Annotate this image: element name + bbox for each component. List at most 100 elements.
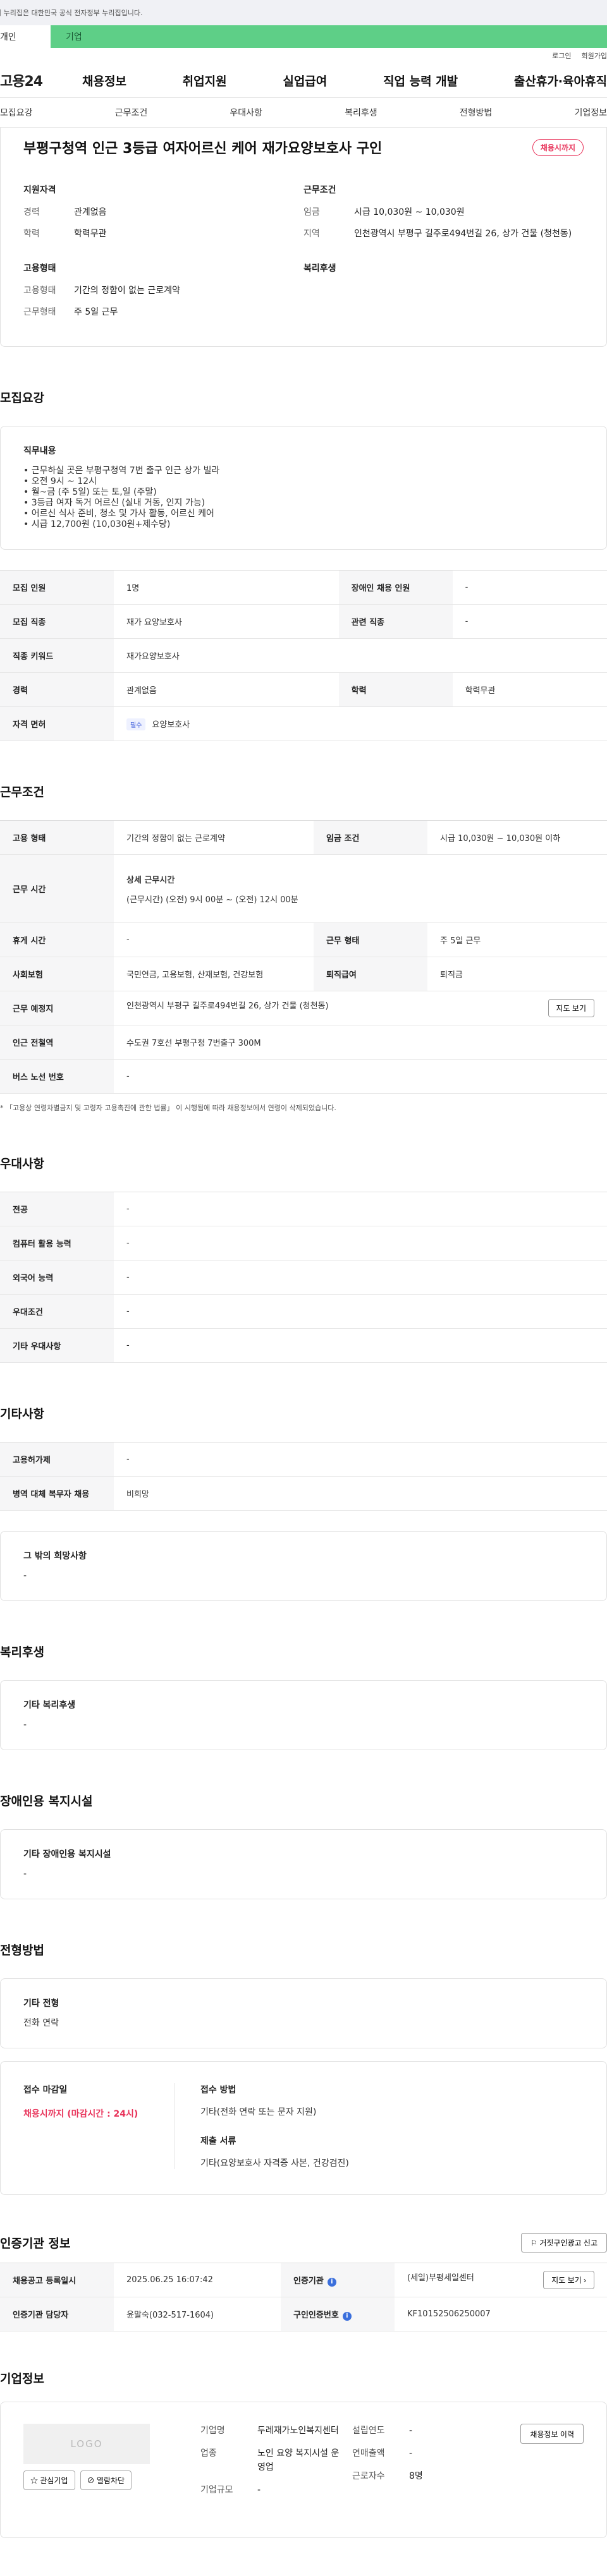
- duty-box: 직무내용 • 근무하실 곳은 부평구청역 7번 출구 인근 상가 빌라 • 오전…: [0, 426, 607, 550]
- cell-label: 관련 직종: [338, 604, 453, 639]
- detail-time-heading: 상세 근무시간: [126, 875, 175, 885]
- work-table: 고용 형태 기간의 정함이 없는 근로계약 임금 조건 시급 10,030원 ~ 1…: [0, 820, 607, 1094]
- cell-value: -: [114, 1328, 607, 1363]
- cert-no-label: 구인인증번호: [293, 2310, 339, 2320]
- cell-value: 주 5일 근무: [427, 922, 607, 957]
- gnb-item-vocational-training[interactable]: 직업 능력 개발: [383, 72, 458, 89]
- company-employees: 8명: [409, 2471, 423, 2481]
- disabled-box: 기타 장애인용 복지시설 -: [0, 1829, 607, 1899]
- job-summary-card: 부평구청역 인근 3등급 여자어르신 케어 재가요양보호사 구인 채용시까지 지…: [0, 128, 607, 347]
- table-row: 휴게 시간 - 근무 형태 주 5일 근무: [0, 922, 607, 957]
- section-title-disabled: 장애인용 복지시설: [0, 1794, 93, 1808]
- table-row: 채용공고 등록일시 2025.06.25 16:07:42 인증기관 i (세일)부…: [0, 2263, 607, 2297]
- cond-heading: 근무조건: [304, 185, 336, 195]
- qual-label: 경력: [23, 207, 40, 217]
- table-row: 기타 우대사항 -: [0, 1328, 607, 1363]
- cell-label: 자격 면허: [0, 706, 114, 741]
- tab-company[interactable]: 기업정보: [574, 106, 607, 119]
- method-value: 기타(전화 연락 또는 문자 지원): [200, 2107, 317, 2117]
- login-link[interactable]: 로그인: [552, 51, 571, 61]
- status-badge: 채용시까지: [532, 138, 584, 156]
- cell-value: -: [452, 570, 607, 605]
- tab-business[interactable]: 기업: [51, 25, 607, 48]
- info-icon[interactable]: i: [342, 2311, 352, 2321]
- report-fake-ad-button[interactable]: ⚐ 거짓구인광고 신고: [521, 2233, 607, 2252]
- cell-label: 임금 조건: [314, 820, 428, 855]
- block-label: 열람차단: [96, 2476, 125, 2485]
- cell-value: 국민연금, 고용보험, 산재보험, 건강보험: [114, 957, 314, 991]
- table-row: 컴퓨터 활용 능력 -: [0, 1226, 607, 1261]
- pref-table: 전공 - 컴퓨터 활용 능력 - 외국어 능력 - 우대조건 - 기타 우대사항 -: [0, 1192, 607, 1363]
- tab-work-conditions[interactable]: 근무조건: [115, 106, 148, 119]
- recruit-history-button[interactable]: 채용정보 이력: [520, 2424, 584, 2444]
- cell-value: 2025.06.25 16:07:42: [114, 2263, 281, 2297]
- cell-label: 고용 형태: [0, 820, 114, 855]
- required-tag: 필수: [126, 718, 146, 730]
- table-row: 버스 노선 번호 -: [0, 1059, 607, 1094]
- site-logo[interactable]: 고용24: [0, 70, 82, 90]
- emp-heading: 고용형태: [23, 263, 56, 274]
- cell-label: 근무 시간: [0, 854, 114, 923]
- tab-process[interactable]: 전형방법: [460, 106, 493, 119]
- section-title-process: 전형방법: [0, 1944, 44, 1957]
- company-year: -: [409, 2426, 413, 2436]
- cell-label: 모집 인원: [0, 570, 114, 605]
- welfare-box: 기타 복리후생 -: [0, 1680, 607, 1750]
- method-heading: 접수 방법: [200, 2085, 236, 2095]
- map-view-button[interactable]: 지도 보기: [548, 999, 594, 1017]
- cell-label: 근무 예정지: [0, 991, 114, 1025]
- star-icon: ☆: [30, 2476, 40, 2485]
- welfare-box-heading: 기타 복리후생: [23, 1700, 76, 1710]
- section-title-company: 기업정보: [0, 2372, 44, 2386]
- org-map-button[interactable]: 지도 보기 ›: [543, 2271, 594, 2289]
- company-label: 근로자수: [352, 2471, 385, 2481]
- tab-welfare[interactable]: 복리후생: [345, 106, 377, 119]
- cell-label: 구인인증번호 i: [281, 2297, 395, 2331]
- cell-label: 인증기관 담당자: [0, 2297, 114, 2331]
- detail-time-value: (근무시간) (오전) 9시 00분 ~ (오전) 12시 00분: [126, 895, 298, 905]
- signup-link[interactable]: 회원가입: [582, 51, 607, 61]
- cell-value: 수도권 7호선 부평구청 7번출구 300M: [114, 1025, 607, 1060]
- cell-value: -: [114, 1294, 607, 1329]
- cell-value: -: [114, 1192, 607, 1226]
- table-row: 병역 대체 복무자 채용 비희망: [0, 1476, 607, 1511]
- etc-table: 고용허가제 - 병역 대체 복무자 채용 비희망: [0, 1442, 607, 1511]
- tab-recruit[interactable]: 모집요강: [0, 106, 33, 119]
- deadline-heading: 접수 마감일: [23, 2085, 68, 2095]
- gnb-item-jobs[interactable]: 채용정보: [82, 72, 126, 89]
- table-row: 전공 -: [0, 1192, 607, 1226]
- tab-preferences[interactable]: 우대사항: [230, 106, 262, 119]
- table-row: 인근 전철역 수도권 7호선 부평구청 7번출구 300M: [0, 1025, 607, 1060]
- gnb-item-employment-support[interactable]: 취업지원: [183, 72, 227, 89]
- gnb-item-parental-leave[interactable]: 출산휴가·육아휴직: [514, 72, 607, 89]
- company-label: 기업명: [200, 2426, 225, 2436]
- company-label: 연매출액: [352, 2448, 385, 2458]
- table-row: 모집 직종 재가 요양보호사 관련 직종 -: [0, 604, 607, 639]
- cell-label: 병역 대체 복무자 채용: [0, 1476, 114, 1511]
- cell-value: 재가요양보호사: [114, 638, 607, 673]
- block-view-button[interactable]: ⊘ 열람차단: [80, 2470, 132, 2490]
- table-row: 경력 관계없음 학력 학력무관: [0, 672, 607, 707]
- table-row: 인증기관 담당자 윤말숙(032-517-1604) 구인인증번호 i KF1015…: [0, 2297, 607, 2331]
- cell-value: 비희망: [114, 1476, 607, 1511]
- qual-value: 관계없음: [74, 207, 107, 217]
- cell-value: -: [114, 1059, 607, 1094]
- favorite-company-button[interactable]: ☆ 관심기업: [23, 2470, 75, 2490]
- cell-value: 인천광역시 부평구 길주로494번길 26, 상가 건물 (청천동) 지도 보기: [114, 991, 607, 1025]
- cell-value: -: [114, 922, 314, 957]
- util-links: 로그인 회원가입: [0, 48, 607, 63]
- info-icon[interactable]: i: [327, 2277, 336, 2287]
- cell-label: 전공: [0, 1192, 114, 1226]
- duty-heading: 직무내용: [23, 446, 56, 456]
- company-sales: -: [409, 2448, 413, 2458]
- recruit-table: 모집 인원 1명 장애인 채용 인원 - 모집 직종 재가 요양보호사 관련 직종 - …: [0, 570, 607, 741]
- docs-value: 기타(요양보호사 자격증 사본, 건강검진): [200, 2158, 349, 2168]
- tab-person[interactable]: 개인: [0, 25, 51, 48]
- cert-table: 채용공고 등록일시 2025.06.25 16:07:42 인증기관 i (세일)부…: [0, 2263, 607, 2331]
- cell-value: -: [114, 1442, 607, 1477]
- hope-value: -: [23, 1571, 27, 1581]
- welfare-box-value: -: [23, 1720, 27, 1730]
- gnb-item-unemployment-benefit[interactable]: 실업급여: [283, 72, 327, 89]
- cell-label: 컴퓨터 활용 능력: [0, 1226, 114, 1261]
- cell-value: 학력무관: [452, 672, 607, 707]
